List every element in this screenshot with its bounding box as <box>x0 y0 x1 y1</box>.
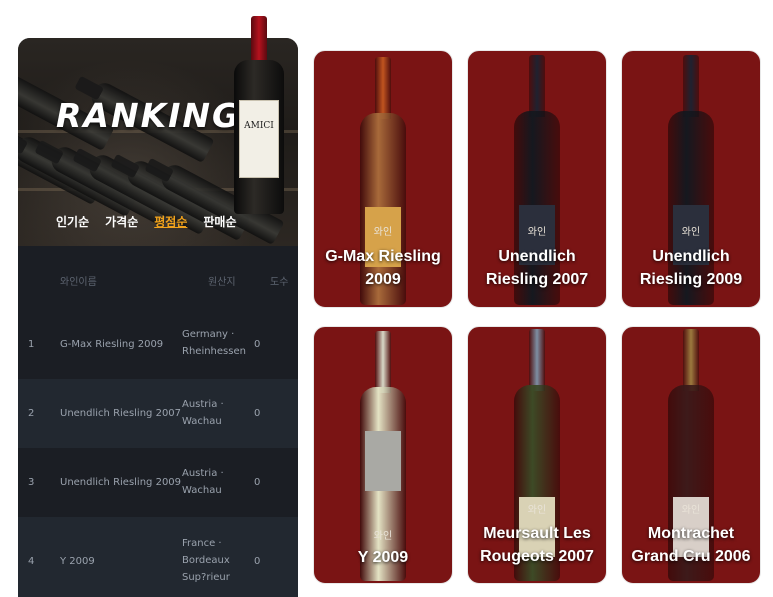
card-overlay-text: 와인 <box>527 227 547 238</box>
card-title: G-Max Riesling 2009 <box>325 248 441 288</box>
table-row[interactable]: 3 Unendlich Riesling 2009 Austria · Wach… <box>18 448 298 517</box>
wine-abv: 0 <box>254 477 261 488</box>
column-header-name: 와인이름 <box>60 277 97 288</box>
wine-abv: 0 <box>254 339 261 350</box>
card-overlay-text: 와인 <box>681 505 701 516</box>
rank-number: 1 <box>28 339 35 350</box>
table-row[interactable]: 4 Y 2009 France · Bordeaux Sup?rieur 0 <box>18 517 298 597</box>
table-header: 와인이름 원산지 도수 <box>18 246 298 310</box>
bottle-label <box>365 431 401 491</box>
card-overlay-text: 와인 <box>373 531 393 542</box>
tab-price[interactable]: 가격순 <box>105 213 138 230</box>
wine-name: G-Max Riesling 2009 <box>60 339 164 350</box>
tab-popular[interactable]: 인기순 <box>56 213 89 230</box>
bottle-neck <box>529 55 545 117</box>
tab-sales[interactable]: 판매순 <box>203 213 236 230</box>
card-overlay-text: 와인 <box>373 227 393 238</box>
page-title: RANKING <box>56 96 242 135</box>
sort-tabs: 인기순 가격순 평점순 판매순 <box>56 213 237 230</box>
wine-card[interactable]: 와인 Unendlich Riesling 2009 <box>621 50 761 308</box>
wine-name: Unendlich Riesling 2009 <box>60 477 182 488</box>
featured-wine-bottle-image: AMICI <box>234 16 284 214</box>
wine-region: Germany · Rheinhessen <box>182 329 246 357</box>
bottle-neck <box>529 329 545 391</box>
wine-region: Austria · Wachau <box>182 468 224 496</box>
rank-number: 3 <box>28 477 35 488</box>
wine-card[interactable]: 와인 Y 2009 <box>313 326 453 584</box>
wine-card[interactable]: 와인 G-Max Riesling 2009 <box>313 50 453 308</box>
bottle-neck <box>683 329 699 391</box>
column-header-region: 원산지 <box>208 277 236 288</box>
wine-name: Unendlich Riesling 2007 <box>60 408 182 419</box>
card-title: Unendlich Riesling 2007 <box>485 248 589 288</box>
bottle-neck <box>251 16 267 64</box>
rank-number: 4 <box>28 556 35 567</box>
wine-region: France · Bordeaux Sup?rieur <box>182 538 230 583</box>
wine-name: Y 2009 <box>60 556 95 567</box>
table-row[interactable]: 1 G-Max Riesling 2009 Germany · Rheinhes… <box>18 310 298 379</box>
bottle-label-text: AMICI <box>244 121 274 131</box>
rank-number: 2 <box>28 408 35 419</box>
wine-abv: 0 <box>254 408 261 419</box>
card-title: Y 2009 <box>357 549 409 566</box>
bottle-neck <box>683 55 699 117</box>
wine-abv: 0 <box>254 556 261 567</box>
table-row[interactable]: 2 Unendlich Riesling 2007 Austria · Wach… <box>18 379 298 448</box>
tab-rating[interactable]: 평점순 <box>154 213 187 230</box>
wine-card[interactable]: 와인 Unendlich Riesling 2007 <box>467 50 607 308</box>
wine-region: Austria · Wachau <box>182 399 224 427</box>
bottle-neck <box>375 57 391 119</box>
bottle-neck <box>375 331 391 393</box>
wine-card[interactable]: 와인 Montrachet Grand Cru 2006 <box>621 326 761 584</box>
card-title: Meursault Les Rougeots 2007 <box>480 525 594 565</box>
wine-bottle-image <box>360 331 406 581</box>
wine-card[interactable]: 와인 Meursault Les Rougeots 2007 <box>467 326 607 584</box>
column-header-abv: 도수 <box>270 277 289 288</box>
card-title: Montrachet Grand Cru 2006 <box>631 525 751 565</box>
card-overlay-text: 와인 <box>681 227 701 238</box>
ranking-table: 와인이름 원산지 도수 1 G-Max Riesling 2009 German… <box>18 246 298 597</box>
bottle-label: AMICI <box>239 100 279 178</box>
card-title: Unendlich Riesling 2009 <box>639 248 743 288</box>
card-overlay-text: 와인 <box>527 505 547 516</box>
